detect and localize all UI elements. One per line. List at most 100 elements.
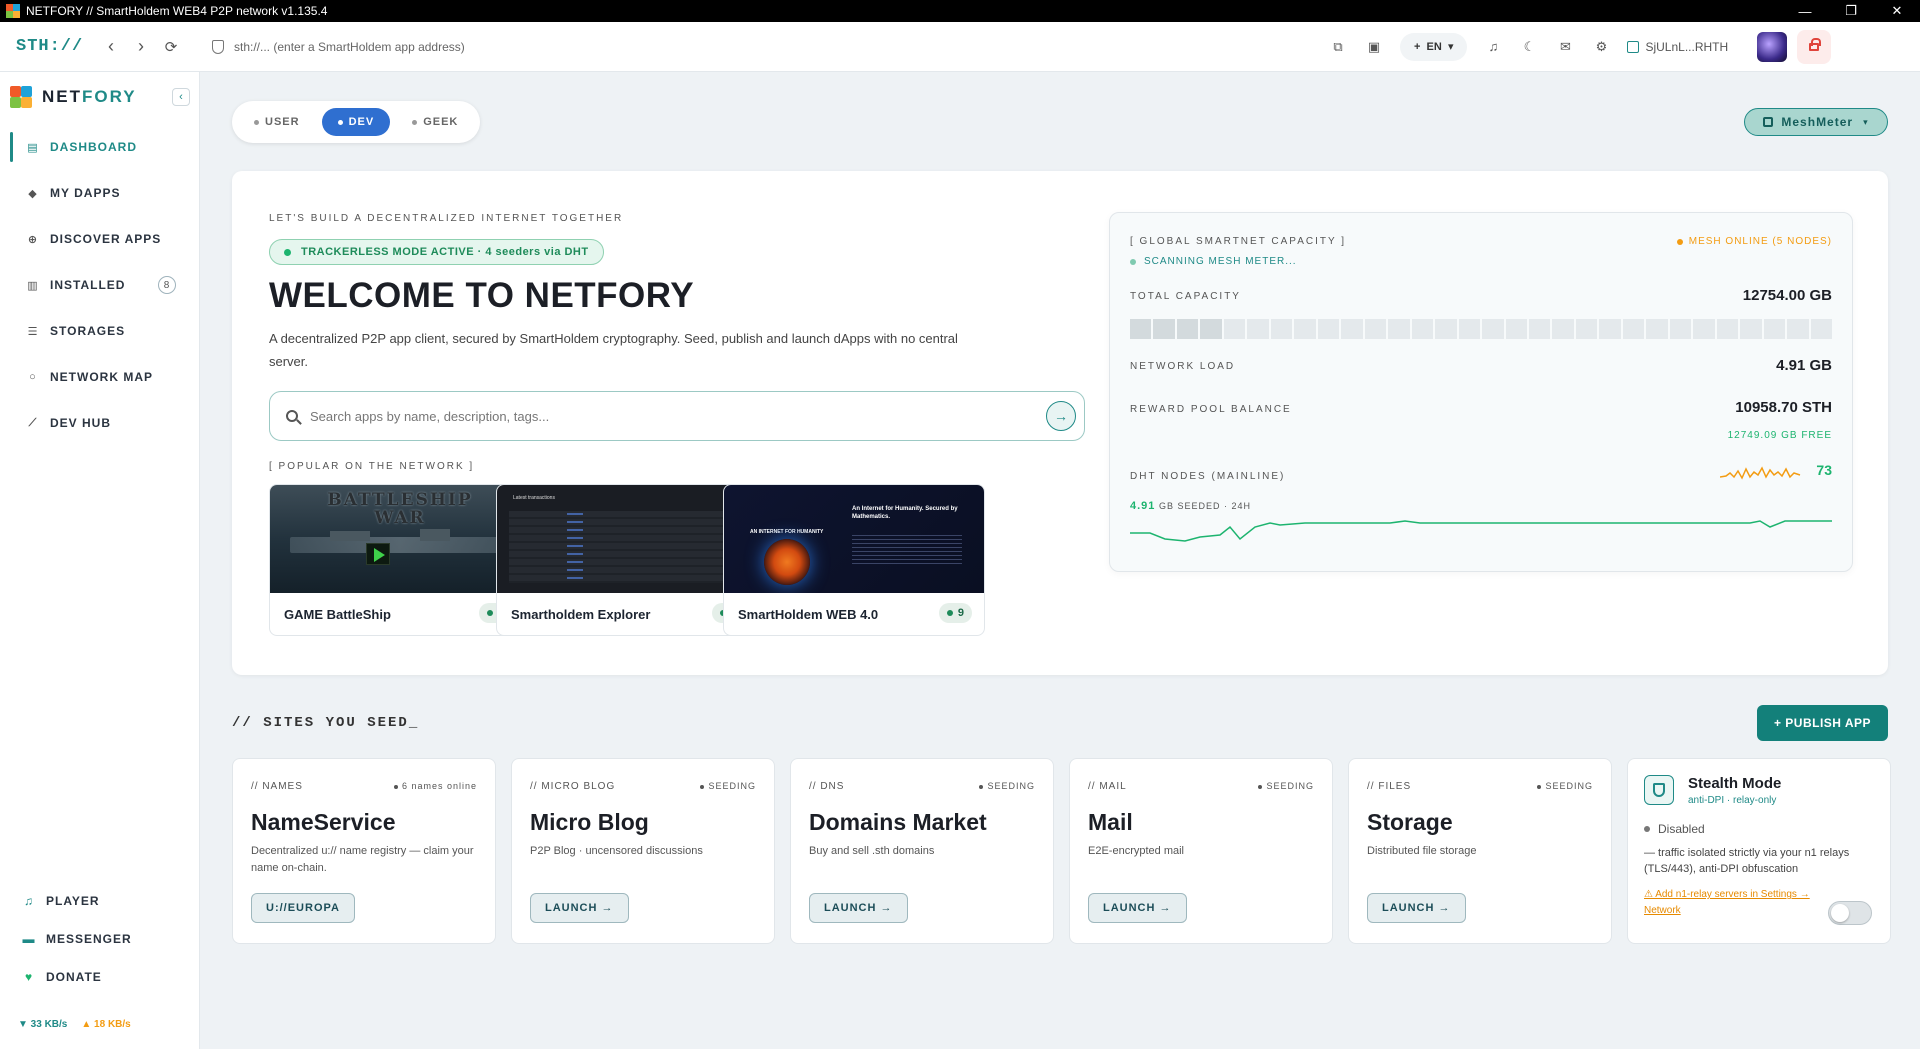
site-status: SEEDING — [1258, 781, 1314, 791]
mode-user-button[interactable]: USER — [238, 108, 316, 136]
play-icon — [366, 543, 390, 565]
site-category: // NAMES — [251, 781, 303, 792]
app-logo-icon — [6, 4, 20, 18]
dht-nodes-label: DHT NODES (MAINLINE) — [1130, 471, 1286, 482]
meshmeter-button[interactable]: MeshMeter ▾ — [1744, 108, 1888, 136]
mail-icon[interactable]: ✉ — [1547, 32, 1583, 62]
status-dot-icon — [284, 248, 291, 256]
url-placeholder: sth://... (enter a SmartHoldem app addre… — [234, 39, 465, 54]
app-name: SmartHoldem WEB 4.0 — [738, 607, 879, 622]
search-go-button[interactable]: → — [1046, 401, 1076, 431]
sidebar-item-dev-hub[interactable]: ⟋ DEV HUB — [0, 400, 200, 446]
lock-icon — [1809, 37, 1822, 51]
total-capacity-value: 12754.00 GB — [1742, 287, 1832, 304]
popular-app-card[interactable]: An Internet for Humanity. Secured by Mat… — [723, 484, 985, 636]
explorer-thumbnail: Latest transactions — [497, 485, 757, 593]
sth-brand[interactable]: STH:// — [16, 37, 96, 56]
sidebar-item-messenger[interactable]: ▬ MESSENGER — [0, 920, 200, 958]
sidebar-item-my-dapps[interactable]: ◆ MY DAPPS — [0, 170, 200, 216]
shield-icon — [212, 39, 224, 54]
lock-button[interactable] — [1797, 29, 1832, 64]
sidebar-item-player[interactable]: ♫ PLAYER — [0, 882, 200, 920]
stealth-title: Stealth Mode — [1688, 775, 1782, 792]
mesh-online-status: MESH ONLINE (5 NODES) — [1676, 236, 1832, 247]
app-name: Smartholdem Explorer — [511, 607, 651, 622]
stealth-subtitle: anti-DPI · relay-only — [1688, 795, 1777, 806]
gear-icon[interactable]: ⚙ — [1583, 32, 1619, 62]
installed-count-badge: 8 — [158, 276, 176, 294]
restore-icon[interactable]: ❐ — [1828, 0, 1874, 22]
hero-kicker: LET'S BUILD A DECENTRALIZED INTERNET TOG… — [269, 213, 624, 224]
sidebar-item-dashboard[interactable]: ▤ DASHBOARD — [0, 124, 200, 170]
sidebar-item-installed[interactable]: ▥ INSTALLED 8 — [0, 262, 200, 308]
app-search-input[interactable]: Search apps by name, description, tags..… — [269, 391, 1085, 441]
site-card-domains: // DNS SEEDING Domains Market Buy and se… — [790, 758, 1054, 944]
page-title: WELCOME TO NETFORY — [269, 276, 695, 315]
sidebar-item-storages[interactable]: ☰ STORAGES — [0, 308, 200, 354]
download-speed: ▼ 33 KB/s — [18, 1019, 68, 1030]
search-placeholder: Search apps by name, description, tags..… — [310, 408, 550, 424]
dashboard-icon: ▤ — [27, 141, 39, 154]
site-name: Mail — [1088, 809, 1133, 835]
sidebar-item-network-map[interactable]: ○ NETWORK MAP — [0, 354, 200, 400]
site-name: Storage — [1367, 809, 1453, 835]
stealth-mode-card: Stealth Mode anti-DPI · relay-only Disab… — [1627, 758, 1891, 944]
storage-icon: ☰ — [27, 325, 39, 338]
reload-icon[interactable]: ⟳ — [156, 32, 186, 62]
site-card-storage: // FILES SEEDING Storage Distributed fil… — [1348, 758, 1612, 944]
mode-geek-button[interactable]: GEEK — [396, 108, 474, 136]
site-description: Distributed file storage — [1367, 845, 1477, 857]
site-status: 6 names online — [393, 781, 477, 791]
chat-icon: ▬ — [22, 932, 36, 946]
launch-button[interactable]: LAUNCH → — [1088, 893, 1187, 923]
url-input[interactable]: sth://... (enter a SmartHoldem app addre… — [212, 39, 1262, 54]
music-icon[interactable]: ♫ — [1475, 32, 1511, 62]
back-icon[interactable]: ‹ — [96, 32, 126, 62]
minimize-icon[interactable]: — — [1782, 0, 1828, 22]
launch-button[interactable]: LAUNCH → — [809, 893, 908, 923]
site-status: SEEDING — [700, 781, 756, 791]
site-card-microblog: // MICRO BLOG SEEDING Micro Blog P2P Blo… — [511, 758, 775, 944]
site-status: SEEDING — [979, 781, 1035, 791]
site-card-mail: // MAIL SEEDING Mail E2E-encrypted mail … — [1069, 758, 1333, 944]
name-europa-button[interactable]: U://EUROPA — [251, 893, 355, 923]
capacity-bar — [1130, 319, 1833, 339]
language-select[interactable]: + EN ▾ — [1400, 32, 1468, 61]
avatar[interactable] — [1757, 31, 1788, 62]
site-name: Micro Blog — [530, 809, 649, 835]
map-icon: ○ — [29, 371, 37, 383]
netfory-logo[interactable]: NETFORY — [10, 86, 137, 108]
site-category: // DNS — [809, 781, 845, 792]
terminal-icon[interactable]: ▣ — [1356, 32, 1392, 62]
toolbar-icons: ⧉ ▣ + EN ▾ ♫ ☾ ✉ ⚙ SjULnL...RHTH — [1320, 29, 1832, 64]
stealth-toggle[interactable] — [1828, 901, 1872, 925]
chart-icon: ⟋ — [28, 416, 38, 429]
copy-icon[interactable]: ⧉ — [1320, 32, 1356, 62]
mode-dev-button[interactable]: DEV — [321, 108, 391, 136]
box-icon: ▥ — [27, 279, 39, 292]
sidebar-item-discover-apps[interactable]: ⊕ DISCOVER APPS — [0, 216, 200, 262]
dht-sparkline — [1720, 466, 1801, 480]
sidebar-item-donate[interactable]: ♥ DONATE — [0, 958, 200, 996]
forward-icon[interactable]: › — [126, 32, 156, 62]
shield-icon — [1644, 775, 1674, 805]
relay-settings-link[interactable]: ⚠ Add n1-relay servers in Settings → Net… — [1644, 887, 1834, 919]
traffic-speeds: ▼ 33 KB/s ▲ 18 KB/s — [18, 1019, 131, 1030]
launch-button[interactable]: LAUNCH → — [1367, 893, 1466, 923]
web4-thumbnail: An Internet for Humanity. Secured by Mat… — [724, 485, 984, 593]
scanning-status: SCANNING MESH METER... — [1130, 256, 1297, 267]
site-card-nameservice: // NAMES 6 names online NameService Dece… — [232, 758, 496, 944]
popular-app-card[interactable]: BATTLESHIP WAR GAME BattleShip 10 — [269, 484, 531, 636]
seeded-trend-line — [1130, 520, 1832, 542]
popular-app-card[interactable]: Latest transactions Smartholdem Explorer… — [496, 484, 758, 636]
close-icon[interactable]: ✕ — [1874, 0, 1920, 22]
sidebar-nav: ▤ DASHBOARD ◆ MY DAPPS ⊕ DISCOVER APPS ▥ INS… — [0, 124, 200, 446]
sidebar: NETFORY ‹ ▤ DASHBOARD ◆ MY DAPPS ⊕ DISCOVER… — [0, 72, 200, 1049]
publish-app-button[interactable]: + PUBLISH APP — [1757, 705, 1888, 741]
moon-icon[interactable]: ☾ — [1511, 32, 1547, 62]
wallet-address[interactable]: SjULnL...RHTH — [1627, 40, 1747, 54]
site-category: // MICRO BLOG — [530, 781, 616, 792]
launch-button[interactable]: LAUNCH → — [530, 893, 629, 923]
collapse-sidebar-icon[interactable]: ‹ — [172, 88, 190, 106]
sidebar-bottom-nav: ♫ PLAYER ▬ MESSENGER ♥ DONATE — [0, 882, 200, 996]
